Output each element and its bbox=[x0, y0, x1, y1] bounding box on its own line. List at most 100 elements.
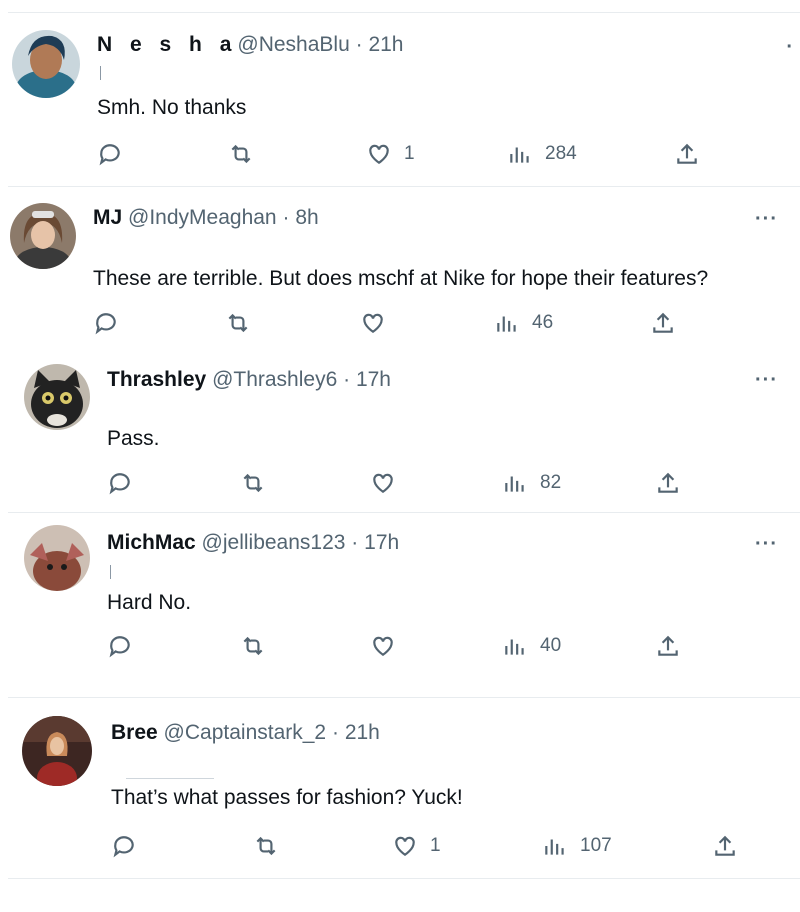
tweet-mj[interactable]: MJ @IndyMeaghan · 8h ··· These are terri… bbox=[0, 187, 800, 347]
avatar[interactable] bbox=[24, 525, 90, 591]
tweet-actions: 1 107 bbox=[0, 831, 800, 861]
tweet-text: Smh. No thanks bbox=[97, 96, 247, 119]
retweet-button[interactable] bbox=[225, 308, 251, 338]
tweet-divider bbox=[8, 878, 800, 879]
like-icon bbox=[373, 473, 393, 493]
reply-icon bbox=[113, 836, 134, 858]
view-count: 46 bbox=[532, 312, 554, 333]
timestamp[interactable]: 8h bbox=[295, 206, 318, 229]
avatar[interactable] bbox=[10, 203, 76, 269]
thread-line bbox=[100, 66, 101, 80]
like-icon bbox=[395, 836, 415, 856]
share-button[interactable] bbox=[674, 139, 700, 169]
views-icon bbox=[497, 316, 516, 332]
more-options-button[interactable]: · bbox=[786, 37, 794, 57]
tweet-actions: 46 bbox=[0, 308, 800, 338]
views-button[interactable]: 284 bbox=[507, 139, 577, 169]
tweet-header: N e s h a@NeshaBlu · 21h bbox=[97, 32, 403, 58]
like-count: 1 bbox=[404, 143, 415, 164]
tweet-text: Pass. bbox=[107, 427, 160, 450]
tweet-bree[interactable]: Bree @Captainstark_2 · 21h That’s what p… bbox=[0, 698, 800, 878]
views-button[interactable]: 107 bbox=[542, 831, 612, 861]
retweet-icon bbox=[243, 636, 263, 656]
retweet-button[interactable] bbox=[253, 831, 279, 861]
tweet-text: That’s what passes for fashion? Yuck! bbox=[111, 786, 463, 809]
display-name[interactable]: Thrashley bbox=[107, 368, 206, 391]
reply-button[interactable] bbox=[97, 139, 123, 169]
display-name[interactable]: Bree bbox=[111, 721, 158, 744]
retweet-icon bbox=[256, 836, 276, 856]
like-button[interactable]: 1 bbox=[366, 139, 415, 169]
user-handle[interactable]: @jellibeans123 bbox=[202, 531, 346, 554]
timestamp[interactable]: 21h bbox=[368, 33, 403, 56]
reply-button[interactable] bbox=[111, 831, 137, 861]
display-name[interactable]: MJ bbox=[93, 206, 122, 229]
separator-dot: · bbox=[282, 206, 290, 229]
reply-button[interactable] bbox=[93, 308, 119, 338]
timestamp[interactable]: 21h bbox=[345, 721, 380, 744]
tweet-actions: 1 284 bbox=[0, 139, 800, 169]
tweet-nesha[interactable]: N e s h a@NeshaBlu · 21h · Smh. No thank… bbox=[0, 0, 800, 186]
display-name[interactable]: N e s h a bbox=[97, 33, 237, 56]
reply-icon bbox=[109, 636, 130, 658]
timestamp[interactable]: 17h bbox=[364, 531, 399, 554]
like-icon bbox=[373, 636, 393, 656]
like-button[interactable] bbox=[370, 631, 408, 661]
like-button[interactable]: 1 bbox=[392, 831, 441, 861]
retweet-button[interactable] bbox=[240, 631, 266, 661]
like-button[interactable] bbox=[360, 308, 398, 338]
retweet-icon bbox=[228, 313, 248, 333]
share-button[interactable] bbox=[655, 468, 681, 498]
retweet-button[interactable] bbox=[240, 468, 266, 498]
reply-icon bbox=[109, 473, 130, 495]
view-count: 82 bbox=[540, 472, 562, 493]
avatar[interactable] bbox=[24, 364, 90, 430]
separator-dot: · bbox=[343, 368, 351, 391]
views-button[interactable]: 40 bbox=[502, 631, 561, 661]
like-icon bbox=[369, 144, 389, 164]
retweet-icon bbox=[243, 473, 263, 493]
tweet-actions: 82 bbox=[0, 468, 800, 498]
separator-dot: · bbox=[355, 33, 363, 56]
share-icon bbox=[715, 835, 735, 856]
tweet-header: MichMac @jellibeans123 · 17h bbox=[107, 530, 399, 556]
more-options-button[interactable]: ··· bbox=[755, 534, 778, 554]
reply-icon bbox=[99, 144, 120, 166]
avatar[interactable] bbox=[12, 30, 80, 98]
tweet-actions: 40 bbox=[0, 631, 800, 661]
reply-button[interactable] bbox=[107, 468, 133, 498]
views-icon bbox=[505, 476, 524, 492]
tweet-thrashley[interactable]: Thrashley @Thrashley6 · 17h ··· Pass. 82 bbox=[0, 347, 800, 512]
view-count: 284 bbox=[545, 143, 577, 164]
like-button[interactable] bbox=[370, 468, 408, 498]
views-button[interactable]: 82 bbox=[502, 468, 561, 498]
avatar[interactable] bbox=[22, 716, 92, 786]
share-button[interactable] bbox=[712, 831, 738, 861]
user-handle[interactable]: @Thrashley6 bbox=[212, 368, 337, 391]
timestamp[interactable]: 17h bbox=[356, 368, 391, 391]
display-name[interactable]: MichMac bbox=[107, 531, 196, 554]
more-options-button[interactable]: ··· bbox=[755, 209, 778, 229]
user-handle[interactable]: @IndyMeaghan bbox=[128, 206, 277, 229]
user-handle[interactable]: @Captainstark_2 bbox=[164, 721, 327, 744]
user-handle[interactable]: @NeshaBlu bbox=[237, 33, 349, 56]
share-button[interactable] bbox=[655, 631, 681, 661]
tweet-header: Bree @Captainstark_2 · 21h bbox=[111, 720, 380, 746]
views-icon bbox=[505, 639, 524, 655]
separator-dot: · bbox=[351, 531, 359, 554]
faded-mark bbox=[126, 778, 214, 779]
like-count: 1 bbox=[430, 835, 441, 856]
thread-line bbox=[110, 565, 111, 579]
reply-button[interactable] bbox=[107, 631, 133, 661]
more-options-button[interactable]: ··· bbox=[755, 370, 778, 390]
tweet-header: Thrashley @Thrashley6 · 17h bbox=[107, 367, 391, 393]
view-count: 107 bbox=[580, 835, 612, 856]
views-button[interactable]: 46 bbox=[494, 308, 553, 338]
tweet-michmac[interactable]: MichMac @jellibeans123 · 17h ··· Hard No… bbox=[0, 513, 800, 697]
share-icon bbox=[653, 312, 673, 333]
tweet-text: Hard No. bbox=[107, 591, 192, 614]
like-icon bbox=[363, 313, 383, 333]
retweet-button[interactable] bbox=[228, 139, 254, 169]
share-icon bbox=[658, 472, 678, 493]
share-button[interactable] bbox=[650, 308, 676, 338]
